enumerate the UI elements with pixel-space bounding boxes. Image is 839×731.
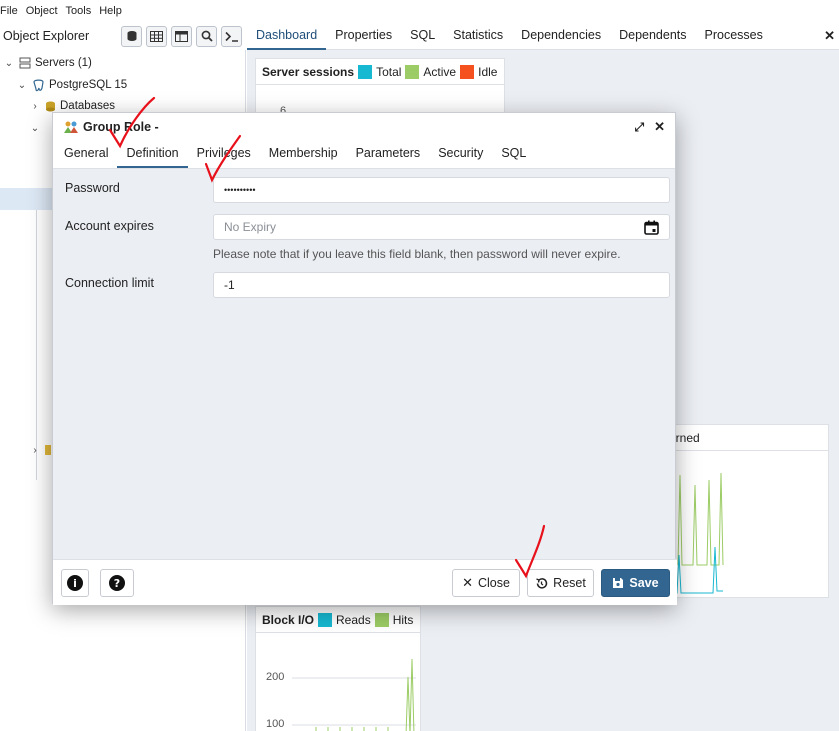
- dialog-title: Group Role -: [83, 120, 159, 134]
- tab-properties[interactable]: Properties: [326, 22, 401, 50]
- tab-security[interactable]: Security: [429, 141, 492, 168]
- connection-limit-value: -1: [224, 278, 235, 292]
- tree-label-servers: Servers (1): [35, 57, 92, 69]
- table-icon[interactable]: [146, 25, 167, 47]
- tab-sql[interactable]: SQL: [401, 22, 444, 50]
- account-expires-label: Account expires: [65, 219, 154, 233]
- tab-dashboard[interactable]: Dashboard: [247, 22, 327, 50]
- tab-processes[interactable]: Processes: [696, 22, 772, 50]
- info-button[interactable]: i: [61, 569, 89, 597]
- tuples-header: eturned: [653, 425, 828, 451]
- help-button[interactable]: ?: [100, 569, 134, 597]
- filter-table-icon[interactable]: [171, 25, 192, 47]
- database-icon[interactable]: [121, 25, 142, 47]
- legend-active: Active: [423, 64, 457, 79]
- legend-reads: Reads: [336, 612, 371, 627]
- chevron-right-icon[interactable]: ›: [29, 101, 41, 112]
- menu-object[interactable]: Object: [26, 5, 58, 17]
- main-tab-bar: Dashboard Properties SQL Statistics Depe…: [247, 22, 839, 50]
- password-field[interactable]: ••••••••••: [213, 177, 670, 203]
- annotation-check-password: [204, 134, 242, 183]
- group-role-icon: [64, 121, 78, 133]
- tab-parameters[interactable]: Parameters: [347, 141, 430, 168]
- menu-tools[interactable]: Tools: [66, 5, 92, 17]
- databases-icon: [46, 101, 55, 111]
- group-role-dialog: Group Role - ⤢ ✕ General Definition Priv…: [52, 112, 677, 605]
- legend-swatch-hits: [374, 612, 389, 627]
- legend-swatch-active: [405, 64, 420, 79]
- expand-icon[interactable]: ⤢: [634, 120, 644, 135]
- menu-help[interactable]: Help: [99, 5, 122, 17]
- help-icon: ?: [109, 575, 125, 591]
- save-button[interactable]: Save: [601, 569, 670, 597]
- tab-sql[interactable]: SQL: [492, 141, 535, 168]
- calendar-icon[interactable]: [644, 220, 659, 235]
- tab-membership[interactable]: Membership: [260, 141, 347, 168]
- info-icon: i: [67, 575, 83, 591]
- legend-hits: Hits: [392, 612, 414, 627]
- block-io-header: Block I/O Reads Hits: [256, 607, 420, 633]
- dialog-footer: i ? ✕ Close Reset Save: [53, 559, 677, 605]
- annotation-check-reset: [514, 524, 546, 579]
- chevron-down-icon[interactable]: ⌄: [3, 58, 15, 69]
- server-sessions-title: Server sessions: [262, 64, 355, 79]
- search-icon[interactable]: [196, 25, 217, 47]
- tuples-card: eturned: [652, 424, 829, 598]
- tab-statistics[interactable]: Statistics: [444, 22, 512, 50]
- chevron-right-icon[interactable]: ›: [29, 445, 41, 456]
- tree-item-servers[interactable]: ⌄ Servers (1): [3, 53, 92, 73]
- password-label: Password: [65, 181, 120, 195]
- tree-item-login-roles[interactable]: ⌄: [29, 118, 41, 138]
- chevron-down-icon[interactable]: ⌄: [16, 80, 28, 91]
- account-expires-field[interactable]: No Expiry: [213, 214, 670, 240]
- menu-file[interactable]: File: [0, 5, 18, 17]
- close-icon[interactable]: ✕: [654, 119, 665, 135]
- tree-item-collapsed[interactable]: ›: [29, 440, 51, 460]
- folder-icon: [45, 445, 51, 455]
- save-label: Save: [629, 576, 659, 590]
- close-icon[interactable]: ✕: [824, 28, 835, 44]
- legend-swatch-reads: [318, 612, 333, 627]
- tree-label-postgres: PostgreSQL 15: [49, 79, 128, 91]
- annotation-check-definition: [108, 96, 156, 149]
- block-io-chart: [292, 658, 416, 731]
- expiry-note: Please note that if you leave this field…: [213, 247, 621, 261]
- selected-tree-row[interactable]: [0, 188, 60, 210]
- connection-limit-field[interactable]: -1: [213, 272, 670, 298]
- legend-swatch-total: [358, 64, 373, 79]
- save-icon: [613, 578, 624, 588]
- object-explorer-header: Object Explorer: [0, 22, 246, 50]
- server-sessions-header: Server sessions Total Active Idle: [256, 59, 504, 85]
- chevron-down-icon[interactable]: ⌄: [29, 123, 41, 134]
- terminal-icon[interactable]: [221, 25, 242, 47]
- legend-idle: Idle: [478, 64, 498, 79]
- tree-item-postgres[interactable]: ⌄ PostgreSQL 15: [16, 75, 127, 95]
- menu-bar: File Object Tools Help: [0, 0, 839, 22]
- close-icon: ✕: [462, 575, 473, 590]
- tab-dependencies[interactable]: Dependencies: [512, 22, 610, 50]
- block-io-title: Block I/O: [262, 612, 315, 627]
- legend-swatch-idle: [460, 64, 475, 79]
- object-explorer-title: Object Explorer: [3, 29, 90, 43]
- connection-limit-label: Connection limit: [65, 276, 154, 290]
- close-label: Close: [477, 576, 510, 590]
- servers-icon: [19, 57, 31, 69]
- tuples-chart: [663, 472, 724, 594]
- account-expires-placeholder: No Expiry: [224, 220, 277, 234]
- tab-dependents[interactable]: Dependents: [610, 22, 695, 50]
- legend-total: Total: [376, 64, 402, 79]
- postgres-elephant-icon: [33, 79, 44, 91]
- block-io-card: Block I/O Reads Hits 200 100: [255, 606, 421, 731]
